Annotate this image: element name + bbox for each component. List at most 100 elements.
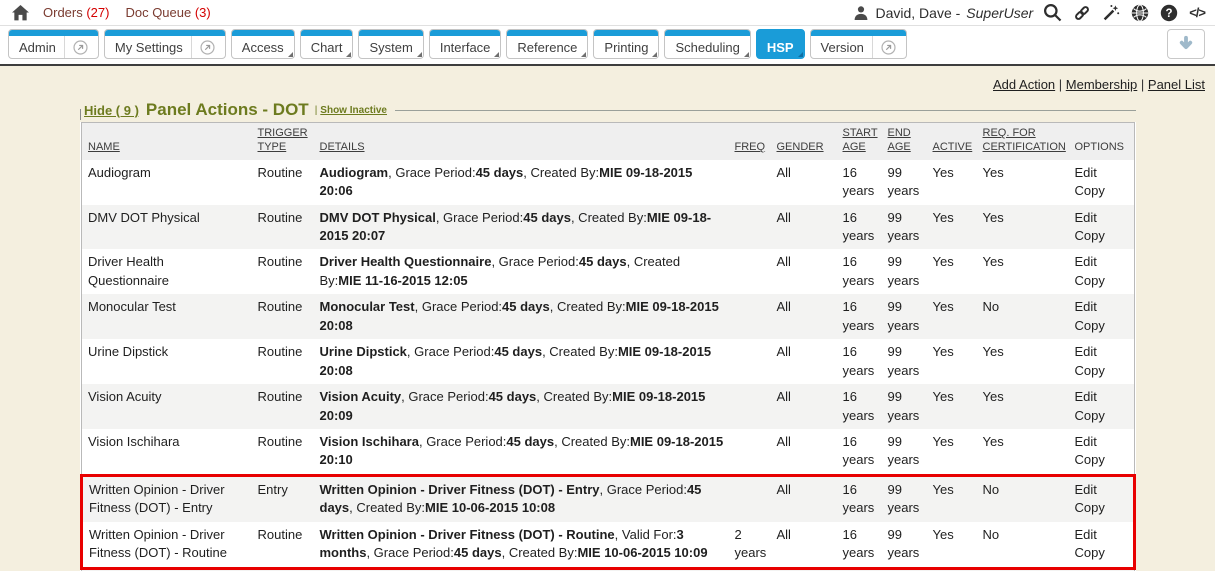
- tab-chart[interactable]: Chart: [300, 29, 354, 59]
- cell-options: EditCopy: [1069, 429, 1135, 475]
- wand-icon[interactable]: [1102, 4, 1120, 22]
- cell-req-cert: Yes: [977, 160, 1069, 205]
- tab-version[interactable]: Version: [810, 29, 907, 59]
- search-icon[interactable]: [1043, 3, 1062, 22]
- cell-name: DMV DOT Physical: [82, 205, 252, 250]
- column-header-link[interactable]: FREQ: [735, 141, 766, 153]
- cell-req-cert: Yes: [977, 339, 1069, 384]
- nav-tab-bar: AdminMy SettingsAccess Chart SystemInterfa…: [0, 26, 1215, 66]
- cell-options: EditCopy: [1069, 205, 1135, 250]
- column-header: REQ. FOR CERTIFICATION: [977, 123, 1069, 160]
- edit-link[interactable]: Edit: [1075, 343, 1130, 361]
- topbar-link[interactable]: Orders (27): [43, 5, 109, 20]
- column-header: START AGE: [837, 123, 882, 160]
- tab-scheduling[interactable]: Scheduling: [664, 29, 750, 59]
- user-role: SuperUser: [966, 5, 1033, 21]
- column-header-link[interactable]: START AGE: [843, 127, 878, 153]
- tab-label: Chart: [311, 40, 343, 55]
- edit-link[interactable]: Edit: [1075, 164, 1130, 182]
- tab-system[interactable]: System: [358, 29, 423, 59]
- tab-hsp[interactable]: HSP: [756, 29, 805, 59]
- cell-gender: All: [771, 160, 837, 205]
- caret-icon: [652, 52, 657, 57]
- cell-name: Vision Ischihara: [82, 429, 252, 475]
- code-icon[interactable]: </>: [1189, 5, 1205, 20]
- cell-freq: 2 years: [729, 522, 771, 568]
- cell-name: Urine Dipstick: [82, 339, 252, 384]
- caret-icon: [417, 52, 422, 57]
- cell-active: Yes: [927, 384, 977, 429]
- popout-icon[interactable]: [64, 36, 88, 58]
- cell-active: Yes: [927, 522, 977, 568]
- cell-start-age: 16 years: [837, 294, 882, 339]
- popout-icon[interactable]: [191, 36, 215, 58]
- topbar-link-count: (3): [195, 5, 211, 20]
- cell-freq: [729, 249, 771, 294]
- edit-link[interactable]: Edit: [1075, 433, 1130, 451]
- column-header-link[interactable]: TRIGGER TYPE: [258, 127, 308, 153]
- copy-link[interactable]: Copy: [1075, 272, 1130, 290]
- copy-link[interactable]: Copy: [1075, 544, 1129, 562]
- cell-name: Vision Acuity: [82, 384, 252, 429]
- edit-link[interactable]: Edit: [1075, 388, 1130, 406]
- cell-start-age: 16 years: [837, 475, 882, 521]
- column-header-link[interactable]: NAME: [88, 141, 120, 153]
- page-actions: Add Action | Membership | Panel List: [0, 77, 1215, 95]
- cell-trigger-type: Routine: [252, 339, 314, 384]
- cell-trigger-type: Routine: [252, 160, 314, 205]
- home-button[interactable]: [12, 5, 29, 21]
- edit-link[interactable]: Edit: [1075, 253, 1130, 271]
- cell-details: Driver Health Questionnaire, Grace Perio…: [314, 249, 729, 294]
- tab-label: Reference: [517, 40, 577, 55]
- caret-icon: [346, 52, 351, 57]
- globe-icon[interactable]: [1131, 4, 1149, 22]
- cell-freq: [729, 339, 771, 384]
- tab-access[interactable]: Access: [231, 29, 295, 59]
- cell-end-age: 99 years: [882, 205, 927, 250]
- popout-icon[interactable]: [872, 36, 896, 58]
- cell-start-age: 16 years: [837, 339, 882, 384]
- copy-link[interactable]: Copy: [1075, 499, 1129, 517]
- edit-link[interactable]: Edit: [1075, 526, 1129, 544]
- membership-link[interactable]: Membership: [1066, 77, 1138, 92]
- help-icon[interactable]: ?: [1160, 4, 1178, 22]
- cell-details: Vision Ischihara, Grace Period:45 days, …: [314, 429, 729, 475]
- tab-printing[interactable]: Printing: [593, 29, 659, 59]
- edit-link[interactable]: Edit: [1075, 209, 1130, 227]
- hide-link[interactable]: Hide ( 9 ): [84, 103, 139, 118]
- show-inactive-link[interactable]: Show Inactive: [320, 105, 387, 116]
- tab-interface[interactable]: Interface: [429, 29, 502, 59]
- cell-active: Yes: [927, 339, 977, 384]
- copy-link[interactable]: Copy: [1075, 407, 1130, 425]
- copy-link[interactable]: Copy: [1075, 317, 1130, 335]
- column-header-link[interactable]: ACTIVE: [933, 141, 973, 153]
- caret-icon: [494, 52, 499, 57]
- topbar-link[interactable]: Doc Queue (3): [125, 5, 210, 20]
- tab-admin[interactable]: Admin: [8, 29, 99, 59]
- column-header: DETAILS: [314, 123, 729, 160]
- tab-reference[interactable]: Reference: [506, 29, 588, 59]
- tab-my-settings[interactable]: My Settings: [104, 29, 226, 59]
- cell-gender: All: [771, 249, 837, 294]
- edit-link[interactable]: Edit: [1075, 298, 1130, 316]
- copy-link[interactable]: Copy: [1075, 451, 1130, 469]
- cell-trigger-type: Routine: [252, 429, 314, 475]
- copy-link[interactable]: Copy: [1075, 362, 1130, 380]
- panel-list-link[interactable]: Panel List: [1148, 77, 1205, 92]
- link-icon[interactable]: [1073, 4, 1091, 22]
- table-row: Written Opinion - Driver Fitness (DOT) -…: [82, 522, 1135, 568]
- edit-link[interactable]: Edit: [1075, 481, 1129, 499]
- cell-trigger-type: Routine: [252, 249, 314, 294]
- legend-tick: [80, 109, 81, 120]
- column-header-link[interactable]: GENDER: [777, 141, 824, 153]
- cell-req-cert: Yes: [977, 249, 1069, 294]
- topbar-icons: ? </>: [1043, 3, 1205, 22]
- copy-link[interactable]: Copy: [1075, 182, 1130, 200]
- cell-end-age: 99 years: [882, 384, 927, 429]
- column-header-link[interactable]: END AGE: [888, 127, 911, 153]
- copy-link[interactable]: Copy: [1075, 227, 1130, 245]
- column-header-link[interactable]: REQ. FOR CERTIFICATION: [983, 127, 1066, 153]
- column-header-link[interactable]: DETAILS: [320, 141, 365, 153]
- add-action-link[interactable]: Add Action: [993, 77, 1055, 92]
- download-button[interactable]: [1167, 29, 1205, 59]
